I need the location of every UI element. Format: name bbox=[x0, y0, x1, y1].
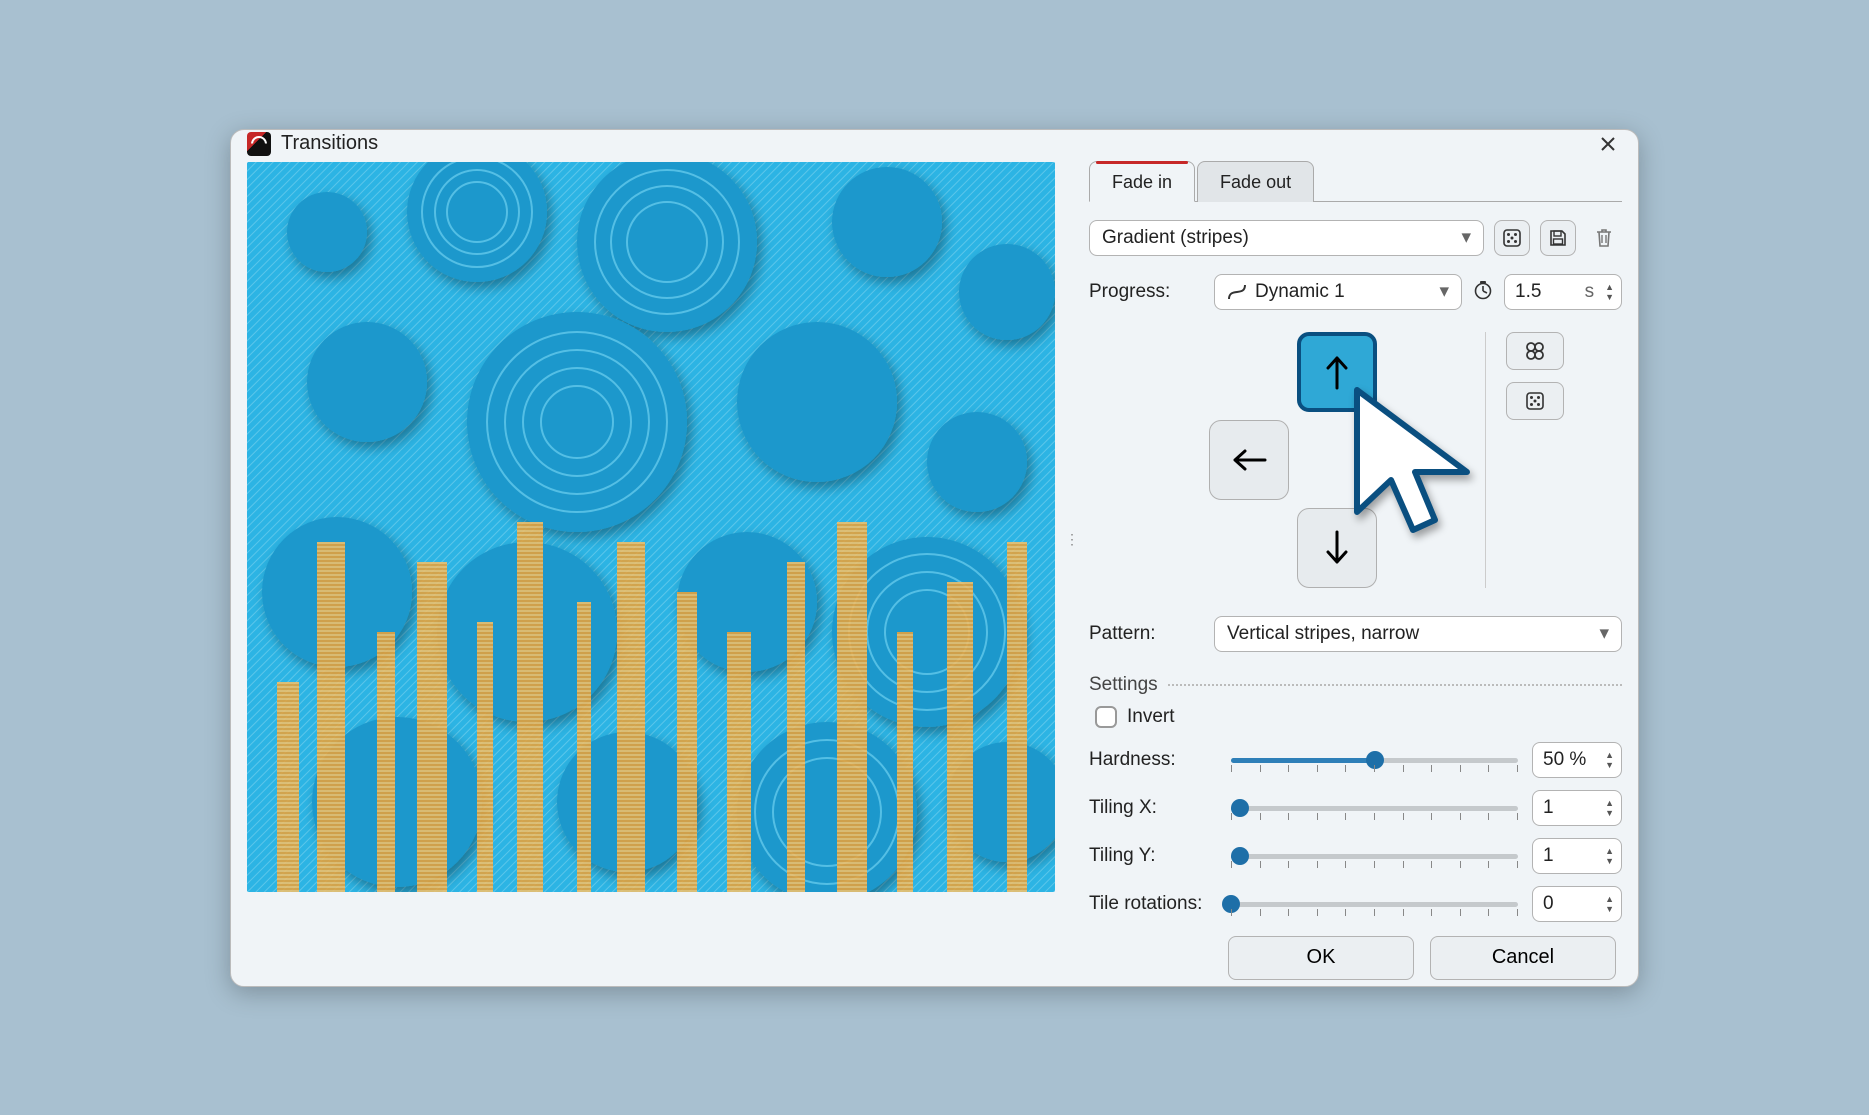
arrow-up-icon bbox=[1322, 352, 1352, 392]
tile-rotations-value-input[interactable]: 0 ▲▼ bbox=[1532, 886, 1622, 922]
close-button[interactable] bbox=[1594, 130, 1622, 158]
tile-rotations-slider[interactable] bbox=[1231, 891, 1518, 917]
direction-grid bbox=[1209, 332, 1465, 588]
direction-down-button[interactable] bbox=[1297, 508, 1377, 588]
chevron-down-icon: ▾ bbox=[1599, 622, 1609, 645]
direction-up-button[interactable] bbox=[1297, 332, 1377, 412]
curve-icon bbox=[1227, 282, 1247, 302]
chevron-down-icon: ▾ bbox=[1439, 280, 1449, 303]
duration-input[interactable]: 1.5 s ▲▼ bbox=[1504, 274, 1622, 310]
delete-preset-button[interactable] bbox=[1586, 220, 1622, 256]
arrow-down-icon bbox=[1322, 528, 1352, 568]
preset-select[interactable]: Gradient (stripes) ▾ bbox=[1089, 220, 1484, 256]
tiling-x-value-input[interactable]: 1 ▲▼ bbox=[1532, 790, 1622, 826]
window-title: Transitions bbox=[281, 132, 378, 155]
invert-checkbox[interactable] bbox=[1095, 706, 1117, 728]
pattern-select[interactable]: Vertical stripes, narrow ▾ bbox=[1214, 616, 1622, 652]
tab-bar: Fade in Fade out bbox=[1089, 160, 1622, 202]
hardness-label: Hardness: bbox=[1089, 749, 1217, 771]
pattern-value: Vertical stripes, narrow bbox=[1227, 623, 1419, 645]
progress-label: Progress: bbox=[1089, 281, 1204, 303]
save-icon bbox=[1548, 228, 1568, 248]
dice-icon bbox=[1525, 391, 1545, 411]
ok-button[interactable]: OK bbox=[1228, 936, 1414, 980]
random-preset-button[interactable] bbox=[1494, 220, 1530, 256]
tile-rotations-label: Tile rotations: bbox=[1089, 893, 1217, 915]
hardness-slider[interactable] bbox=[1231, 747, 1518, 773]
hardness-value-input[interactable]: 50 % ▲▼ bbox=[1532, 742, 1622, 778]
preview-canvas bbox=[247, 162, 1055, 892]
invert-label: Invert bbox=[1127, 706, 1175, 728]
tab-fade-in[interactable]: Fade in bbox=[1089, 161, 1195, 202]
tiling-y-slider[interactable] bbox=[1231, 843, 1518, 869]
settings-panel: Fade in Fade out Gradient (stripes) ▾ bbox=[1089, 158, 1622, 922]
tiling-y-value-input[interactable]: 1 ▲▼ bbox=[1532, 838, 1622, 874]
direction-random-button[interactable] bbox=[1506, 382, 1564, 420]
progress-curve-value: Dynamic 1 bbox=[1255, 281, 1345, 303]
app-icon bbox=[247, 132, 271, 156]
splitter-grip[interactable]: ⋮ bbox=[1067, 158, 1077, 922]
clock-icon bbox=[1472, 279, 1494, 304]
direction-left-button[interactable] bbox=[1209, 420, 1289, 500]
duration-spinner[interactable]: ▲▼ bbox=[1602, 282, 1617, 302]
tiling-y-label: Tiling Y: bbox=[1089, 845, 1217, 867]
pattern-label: Pattern: bbox=[1089, 623, 1204, 645]
trash-icon bbox=[1594, 227, 1614, 249]
settings-header: Settings bbox=[1089, 652, 1622, 700]
clover-icon bbox=[1524, 340, 1546, 362]
save-preset-button[interactable] bbox=[1540, 220, 1576, 256]
dice-icon bbox=[1502, 228, 1522, 248]
duration-value: 1.5 bbox=[1515, 281, 1541, 303]
progress-curve-select[interactable]: Dynamic 1 ▾ bbox=[1214, 274, 1462, 310]
titlebar: Transitions bbox=[231, 130, 1638, 158]
close-icon bbox=[1600, 136, 1616, 152]
tiling-x-slider[interactable] bbox=[1231, 795, 1518, 821]
arrow-left-icon bbox=[1229, 445, 1269, 475]
transitions-dialog: Transitions bbox=[230, 129, 1639, 987]
tab-fade-out[interactable]: Fade out bbox=[1197, 161, 1314, 202]
preset-value: Gradient (stripes) bbox=[1102, 227, 1249, 249]
tiling-x-label: Tiling X: bbox=[1089, 797, 1217, 819]
dialog-footer: OK Cancel bbox=[231, 922, 1638, 998]
duration-unit: s bbox=[1585, 281, 1595, 303]
direction-random4-button[interactable] bbox=[1506, 332, 1564, 370]
chevron-down-icon: ▾ bbox=[1461, 226, 1471, 249]
cancel-button[interactable]: Cancel bbox=[1430, 936, 1616, 980]
